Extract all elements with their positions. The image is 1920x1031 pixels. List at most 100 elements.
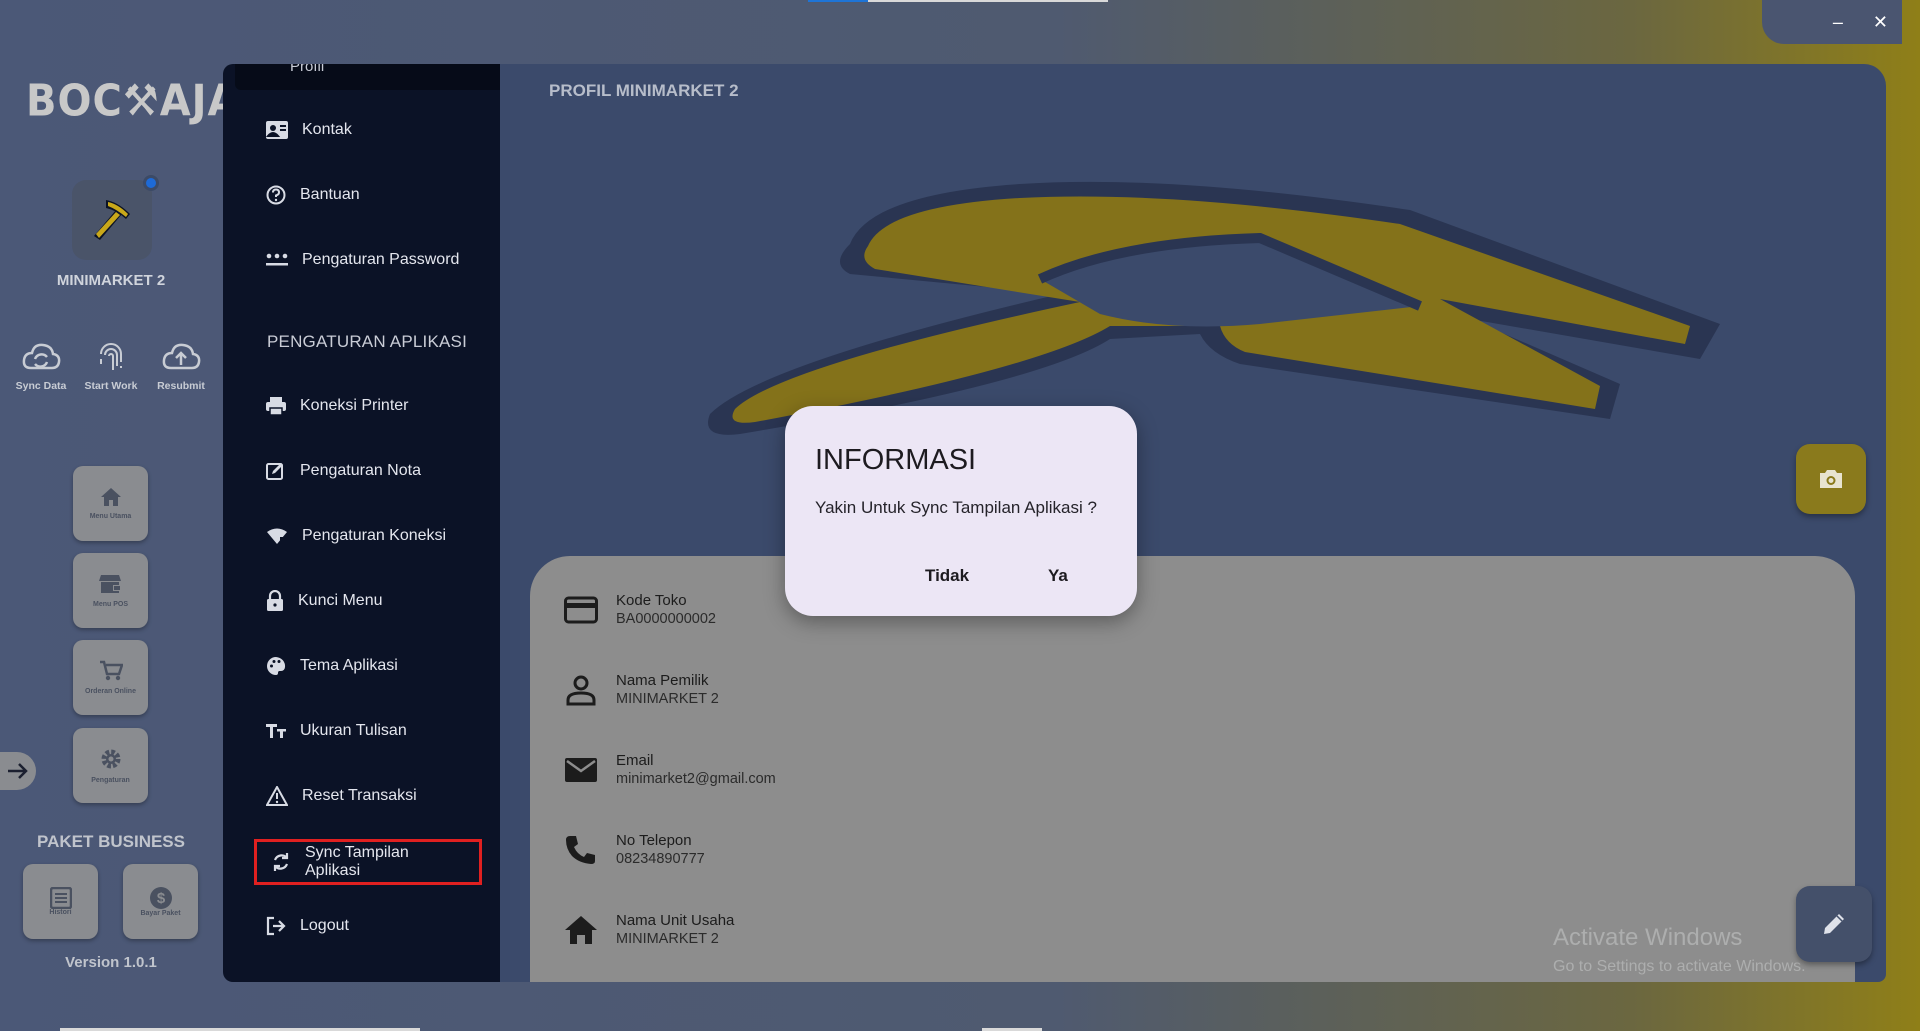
menu-item-profil[interactable]: Profil [235, 64, 500, 90]
paket-label: PAKET BUSINESS [37, 832, 185, 851]
histori-label: Histori [49, 909, 72, 916]
edit-note-icon [266, 463, 283, 480]
dialog-title: INFORMASI [815, 444, 977, 476]
menu-item-koneksi-printer[interactable]: Koneksi Printer [266, 386, 409, 426]
menu-item-pengaturan-koneksi[interactable]: Pengaturan Koneksi [266, 516, 446, 556]
histori-tile[interactable]: Histori [23, 864, 98, 939]
menu-utama-tile[interactable]: Menu Utama [73, 466, 148, 541]
menu-item-kunci-menu[interactable]: Kunci Menu [266, 581, 383, 621]
window-controls: – ✕ [1762, 0, 1902, 44]
mail-icon [565, 757, 597, 782]
field-no-telepon: No Telepon 08234890777 [564, 832, 705, 867]
field-label: No Telepon [616, 832, 692, 849]
menu-utama-label: Menu Utama [89, 513, 132, 520]
section-title-pengaturan-aplikasi: PENGATURAN APLIKASI [267, 332, 467, 351]
list-icon [49, 887, 72, 909]
menu-item-sync-tampilan-aplikasi[interactable]: Sync Tampilan Aplikasi [254, 839, 482, 885]
orderan-online-label: Orderan Online [85, 688, 136, 695]
field-nama-unit-usaha: Nama Unit Usaha MINIMARKET 2 [564, 912, 734, 947]
cart-icon [99, 660, 123, 681]
menu-item-pengaturan-password[interactable]: Pengaturan Password [266, 240, 459, 280]
field-value: 08234890777 [616, 851, 705, 867]
dollar-icon: $ [149, 887, 172, 909]
page-title: PROFIL MINIMARKET 2 [549, 81, 739, 100]
menu-item-kontak[interactable]: Kontak [266, 110, 352, 150]
wifi-lock-icon [267, 528, 287, 544]
store-name: MINIMARKET 2 [56, 272, 166, 289]
change-photo-button[interactable] [1796, 444, 1866, 514]
menu-pos-tile[interactable]: Menu POS [73, 553, 148, 628]
home-icon [100, 488, 121, 506]
edit-profile-button[interactable] [1796, 886, 1872, 962]
cancel-button[interactable]: Tidak [911, 556, 983, 596]
menu-item-tema-aplikasi-label: Tema Aplikasi [300, 657, 398, 674]
cloud-sync-icon [22, 343, 61, 370]
menu-item-kontak-label: Kontak [302, 121, 352, 138]
menu-pos-label: Menu POS [92, 601, 128, 608]
orderan-online-tile[interactable]: Orderan Online [73, 640, 148, 715]
svg-text:$: $ [156, 890, 165, 907]
settings-menu: Profil Kontak Bantuan Pengaturan Passwor… [223, 64, 500, 982]
menu-item-sync-tampilan-aplikasi-label: Sync Tampilan Aplikasi [305, 844, 409, 879]
sync-data-button[interactable]: Sync Data [8, 340, 74, 392]
person-icon [566, 675, 596, 705]
field-nama-pemilik: Nama Pemilik MINIMARKET 2 [564, 672, 719, 707]
contact-card-icon [266, 121, 288, 139]
field-label: Kode Toko [616, 592, 687, 609]
start-work-button[interactable]: Start Work [78, 340, 144, 392]
menu-item-profil-label: Profil [290, 64, 325, 75]
store-avatar[interactable] [72, 180, 152, 260]
menu-item-pengaturan-nota[interactable]: Pengaturan Nota [266, 451, 421, 491]
menu-item-logout-label: Logout [300, 917, 349, 934]
arrow-right-icon [8, 763, 28, 779]
windows-activation-watermark: Activate Windows Go to Settings to activ… [1553, 924, 1806, 976]
password-icon [266, 253, 288, 266]
quick-actions: Sync Data Start Work Resubmit [0, 340, 222, 392]
minimize-button[interactable]: – [1833, 12, 1843, 33]
bayar-paket-tile[interactable]: $ Bayar Paket [123, 864, 198, 939]
pengaturan-label: Pengaturan [91, 777, 130, 784]
menu-item-bantuan[interactable]: Bantuan [266, 175, 360, 215]
card-icon [564, 596, 598, 623]
menu-item-logout[interactable]: Logout [266, 906, 349, 946]
menu-item-koneksi-printer-label: Koneksi Printer [300, 397, 409, 414]
phone-icon [566, 835, 595, 864]
sync-data-label: Sync Data [15, 380, 67, 392]
field-value: MINIMARKET 2 [616, 931, 719, 947]
expand-sidebar-button[interactable] [0, 752, 36, 790]
store-icon [98, 575, 121, 593]
field-value: minimarket2@gmail.com [616, 771, 776, 787]
lock-icon [267, 590, 283, 611]
menu-item-tema-aplikasi[interactable]: Tema Aplikasi [266, 646, 398, 686]
confirm-button[interactable]: Ya [1034, 556, 1082, 596]
menu-item-ukuran-tulisan[interactable]: Ukuran Tulisan [266, 711, 407, 751]
logout-icon [266, 916, 286, 936]
menu-item-pengaturan-nota-label: Pengaturan Nota [300, 462, 421, 479]
watermark-subtitle: Go to Settings to activate Windows. [1553, 958, 1806, 975]
field-value: BA0000000002 [616, 611, 716, 627]
fingerprint-icon [100, 343, 122, 370]
field-kode-toko: Kode Toko BA0000000002 [564, 592, 716, 627]
start-work-label: Start Work [84, 380, 138, 392]
close-button[interactable]: ✕ [1873, 12, 1888, 33]
field-label: Nama Unit Usaha [616, 912, 735, 929]
dialog-message: Yakin Untuk Sync Tampilan Aplikasi ? [815, 498, 1097, 517]
app-logo: BOC⚒AJA [26, 75, 240, 127]
app-version: Version 1.0.1 [65, 954, 157, 971]
menu-item-reset-transaksi-label: Reset Transaksi [302, 787, 417, 804]
cloud-upload-icon [162, 343, 201, 370]
pencil-icon [1824, 914, 1844, 934]
menu-item-pengaturan-password-label: Pengaturan Password [302, 251, 460, 268]
pengaturan-tile[interactable]: Pengaturan [73, 728, 148, 803]
field-value: MINIMARKET 2 [616, 691, 719, 707]
field-label: Email [616, 752, 654, 769]
online-status-dot [143, 175, 159, 191]
profile-content: PROFIL MINIMARKET 2 Kode Toko BA000000000… [500, 64, 1886, 982]
menu-item-pengaturan-koneksi-label: Pengaturan Koneksi [302, 527, 447, 544]
menu-item-bantuan-label: Bantuan [300, 186, 360, 203]
home-icon [565, 915, 597, 944]
menu-item-reset-transaksi[interactable]: Reset Transaksi [266, 776, 417, 816]
resubmit-button[interactable]: Resubmit [148, 340, 214, 392]
sync-icon [273, 853, 289, 871]
title-bar-indicator [808, 0, 1108, 2]
